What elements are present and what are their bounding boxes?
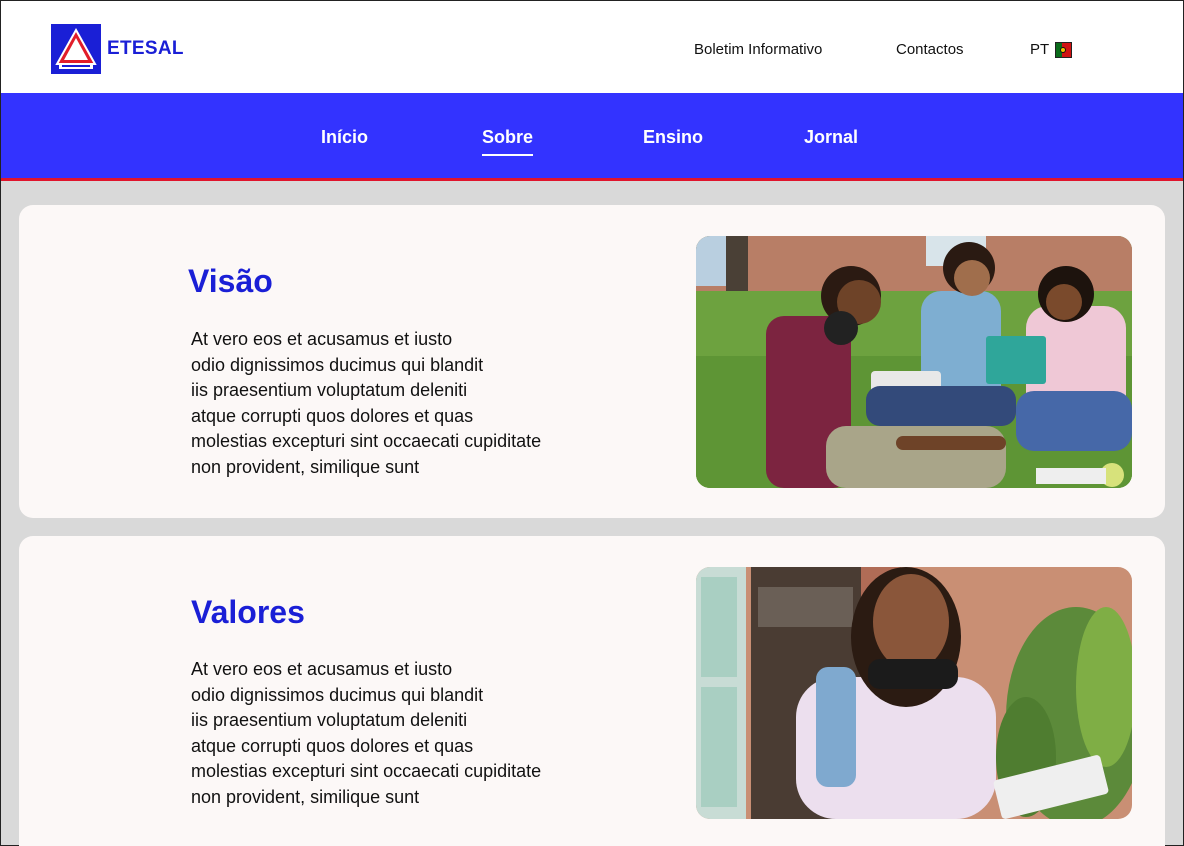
vision-text-line: atque corrupti quos dolores et quas [191,405,474,426]
smiling-student-photo [696,567,1132,819]
nav-item-sobre[interactable]: Sobre [482,127,534,156]
vision-text-line: molestias excepturi sint occaecati cupid… [191,431,542,452]
vision-card: Visão At vero eos et acusamus et iusto o… [19,205,1165,518]
values-text: At vero eos et acusamus et iusto odio di… [191,657,631,811]
values-text-line: odio dignissimos ducimus qui blandit [191,684,484,705]
values-title: Valores [191,594,305,630]
values-card: Valores At vero eos et acusamus et iusto… [19,536,1165,846]
vision-text-line: iis praesentium voluptatum deleniti [191,380,468,401]
top-links: Boletim Informativo Contactos PT [1,41,1183,61]
language-selector[interactable]: PT [1030,41,1073,58]
vision-text-line: odio dignissimos ducimus qui blandit [191,354,484,375]
values-text-line: iis praesentium voluptatum deleniti [191,710,468,731]
values-text-line: At vero eos et acusamus et iusto [191,659,453,679]
main-nav: Início Sobre Ensino Jornal [1,93,1183,181]
nav-item-inicio[interactable]: Início [321,127,368,148]
portugal-flag-icon [1055,41,1073,58]
newsletter-link[interactable]: Boletim Informativo [694,41,822,58]
nav-item-jornal[interactable]: Jornal [804,127,858,148]
vision-text: At vero eos et acusamus et iusto odio di… [191,327,631,481]
vision-title: Visão [188,263,273,299]
values-text-line: atque corrupti quos dolores et quas [191,735,474,756]
vision-text-line: non provident, similique sunt [191,456,420,477]
nav-item-ensino[interactable]: Ensino [643,127,703,148]
vision-text-line: At vero eos et acusamus et iusto [191,329,453,349]
language-label: PT [1030,41,1050,58]
students-studying-photo [696,236,1132,488]
contacts-link[interactable]: Contactos [896,41,964,58]
top-header: ETESAL Boletim Informativo Contactos PT [1,1,1183,93]
values-text-line: non provident, similique sunt [191,786,420,807]
values-text-line: molestias excepturi sint occaecati cupid… [191,761,542,782]
